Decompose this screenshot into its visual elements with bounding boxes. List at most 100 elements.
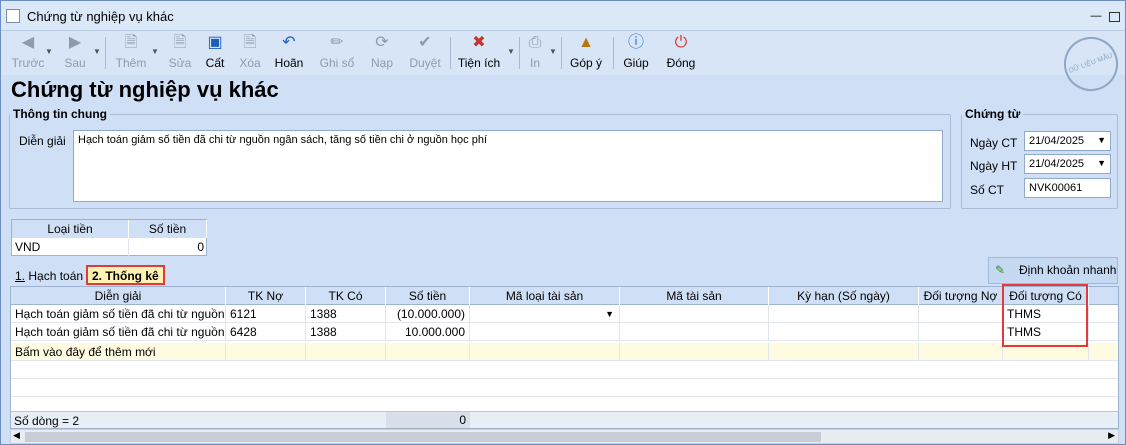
prev-button[interactable]: ◀ Trước — [11, 33, 45, 73]
currency-amount-cell[interactable]: 0 — [129, 239, 207, 256]
empty-row — [11, 379, 1118, 397]
cell-description[interactable]: Hạch toán giảm số tiền đã chi từ nguồn..… — [11, 323, 226, 341]
next-dropdown-icon[interactable]: ▼ — [93, 47, 101, 56]
reload-button[interactable]: ⟳ Nạp — [367, 33, 397, 73]
currency-amount-header: Số tiền — [129, 220, 207, 238]
print-button[interactable]: ⎙ In — [523, 33, 547, 73]
table-row[interactable]: Hạch toán giảm số tiền đã chi từ nguồn..… — [11, 323, 1118, 341]
cell-credit-account[interactable]: 1388 — [306, 305, 386, 323]
accounting-grid: Diễn giải TK Nợ TK Có Số tiền Mã loại tà… — [10, 286, 1119, 429]
voucher-no-field[interactable]: NVK00061 — [1024, 178, 1111, 198]
col-amount[interactable]: Số tiền — [386, 287, 470, 305]
col-credit-account[interactable]: TK Có — [306, 287, 386, 305]
quick-entry-button[interactable]: ✎ Định khoản nhanh — [988, 257, 1118, 284]
check-icon: ✔ — [418, 34, 432, 51]
footer-total: 0 — [386, 412, 470, 428]
cell-debit-object[interactable] — [919, 305, 1003, 323]
date-ct-label: Ngày CT — [970, 136, 1018, 150]
tab-accounting[interactable]: 1. Hạch toán — [11, 267, 87, 287]
cell-description[interactable]: Hạch toán giảm số tiền đã chi từ nguồn..… — [11, 305, 226, 323]
close-button[interactable]: ⏻ Đóng — [663, 33, 699, 73]
cell-asset-code[interactable] — [620, 305, 769, 323]
utilities-button[interactable]: ✖ Tiện ích — [455, 33, 503, 73]
cell-debit-object[interactable] — [919, 323, 1003, 341]
general-info-legend: Thông tin chung — [13, 107, 107, 121]
help-icon: ⓘ — [627, 34, 644, 51]
feedback-icon: ▲ — [578, 34, 594, 51]
arrow-right-icon: ▶ — [68, 34, 82, 51]
undo-button[interactable]: ↶ Hoãn — [271, 33, 307, 73]
undo-icon: ↶ — [282, 34, 296, 51]
approve-button[interactable]: ✔ Duyệt — [405, 33, 445, 73]
tab-statistics[interactable]: 2. Thống kê — [86, 265, 165, 285]
delete-button[interactable]: 🗎 Xóa — [235, 33, 265, 73]
empty-cell — [919, 343, 1003, 361]
cell-asset-type[interactable]: ▼ — [470, 305, 620, 323]
add-new-row[interactable]: Bấm vào đây để thêm mới — [11, 343, 1118, 361]
voucher-no-label: Số CT — [970, 183, 1005, 197]
tools-icon: ✖ — [472, 34, 486, 51]
app-icon — [6, 9, 20, 23]
col-asset-type[interactable]: Mã loại tài sản — [470, 287, 620, 305]
next-button[interactable]: ▶ Sau — [59, 33, 91, 73]
add-new-row-label[interactable]: Bấm vào đây để thêm mới — [11, 343, 226, 361]
description-field[interactable]: Hạch toán giảm số tiền đã chi từ nguồn n… — [73, 130, 943, 202]
new-doc-icon: 🗎 — [124, 34, 138, 51]
cell-debit-account[interactable]: 6121 — [226, 305, 306, 323]
date-ct-picker[interactable]: 21/04/2025 ▼ — [1024, 131, 1111, 151]
print-dropdown-icon[interactable]: ▼ — [549, 47, 557, 56]
empty-cell — [769, 343, 919, 361]
edit-doc-icon: 🗎 — [173, 34, 187, 51]
cell-term-days[interactable] — [769, 323, 919, 341]
add-dropdown-icon[interactable]: ▼ — [151, 47, 159, 56]
cell-term-days[interactable] — [769, 305, 919, 323]
highlight-credit-object — [1002, 284, 1088, 347]
cell-debit-account[interactable]: 6428 — [226, 323, 306, 341]
col-asset-code[interactable]: Mã tài sản — [620, 287, 769, 305]
save-icon: ▣ — [207, 34, 223, 51]
empty-row — [11, 361, 1118, 379]
chevron-down-icon[interactable]: ▼ — [1097, 158, 1106, 168]
currency-type-cell[interactable]: VND — [12, 239, 129, 256]
col-term-days[interactable]: Kỳ hạn (Số ngày) — [769, 287, 919, 305]
refresh-icon: ⟳ — [375, 34, 389, 51]
utilities-dropdown-icon[interactable]: ▼ — [507, 47, 515, 56]
chevron-down-icon[interactable]: ▼ — [1097, 135, 1106, 145]
col-description[interactable]: Diễn giải — [11, 287, 226, 305]
window: Chứng từ nghiệp vụ khác — ◀ Trước ▼ ▶ Sau … — [0, 0, 1126, 445]
horizontal-scrollbar[interactable]: ◀ ▶ — [10, 429, 1119, 444]
cell-credit-account[interactable]: 1388 — [306, 323, 386, 341]
cell-asset-code[interactable] — [620, 323, 769, 341]
row-count: Số dòng = 2 — [14, 414, 80, 428]
feedback-button[interactable]: ▲ Góp ý — [567, 33, 605, 73]
post-button[interactable]: ✏ Ghi sổ — [317, 33, 357, 73]
add-button[interactable]: 🗎 Thêm — [114, 33, 148, 73]
delete-doc-icon: 🗎 — [243, 34, 257, 51]
date-ht-label: Ngày HT — [970, 159, 1018, 173]
table-row[interactable]: Hạch toán giảm số tiền đã chi từ nguồn..… — [11, 305, 1118, 323]
page-title: Chứng từ nghiệp vụ khác — [11, 77, 279, 102]
arrow-left-icon: ◀ — [21, 34, 35, 51]
cell-amount[interactable]: (10.000.000) — [386, 305, 470, 323]
help-button[interactable]: ⓘ Giúp — [621, 33, 651, 73]
minimize-icon[interactable]: — — [1089, 10, 1103, 23]
col-debit-account[interactable]: TK Nợ — [226, 287, 306, 305]
scrollbar-thumb[interactable] — [25, 432, 821, 442]
currency-table: Loại tiền Số tiền VND 0 — [11, 219, 207, 256]
edit-button[interactable]: 🗎 Sửa — [165, 33, 195, 73]
save-button[interactable]: ▣ Cất — [201, 33, 229, 73]
empty-cell — [470, 343, 620, 361]
cell-asset-type[interactable] — [470, 323, 620, 341]
printer-icon: ⎙ — [528, 34, 542, 51]
chevron-down-icon[interactable]: ▼ — [605, 305, 614, 323]
window-title: Chứng từ nghiệp vụ khác — [27, 9, 174, 24]
scroll-right-icon[interactable]: ▶ — [1108, 430, 1115, 441]
voucher-legend: Chứng từ — [965, 107, 1021, 121]
maximize-icon[interactable] — [1109, 12, 1120, 22]
prev-dropdown-icon[interactable]: ▼ — [45, 47, 53, 56]
date-ht-picker[interactable]: 21/04/2025 ▼ — [1024, 154, 1111, 174]
scroll-left-icon[interactable]: ◀ — [13, 430, 20, 441]
cell-amount[interactable]: 10.000.000 — [386, 323, 470, 341]
currency-type-header: Loại tiền — [12, 220, 129, 238]
col-debit-object[interactable]: Đối tượng Nợ — [919, 287, 1003, 305]
